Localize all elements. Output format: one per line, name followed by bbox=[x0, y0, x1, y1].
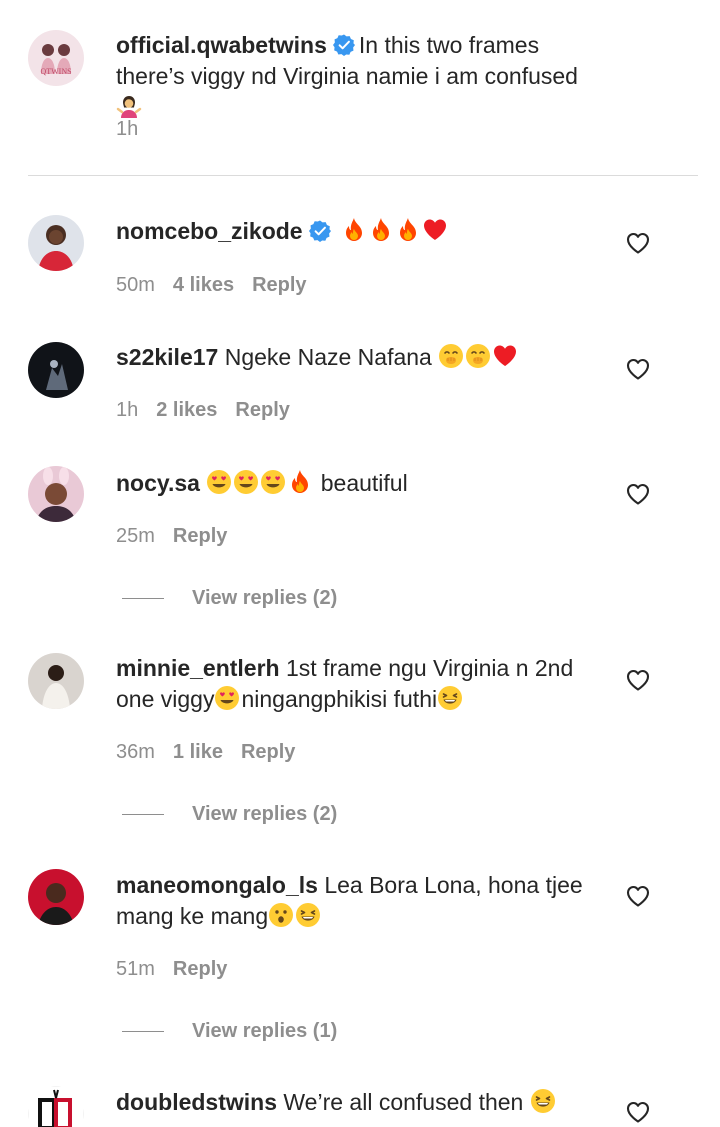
comment-username[interactable]: s22kile17 bbox=[116, 344, 218, 370]
likes-count[interactable]: 1 like bbox=[173, 741, 223, 763]
caption-meta: 1h bbox=[116, 118, 156, 141]
comment-username[interactable]: nocy.sa bbox=[116, 470, 200, 496]
hand-over-mouth-emoji bbox=[438, 343, 464, 369]
grinning-squinting-emoji bbox=[530, 1088, 556, 1114]
view-replies-label: View replies (2) bbox=[192, 803, 338, 825]
comment-meta: 51m Reply bbox=[116, 958, 245, 981]
red-heart-emoji bbox=[492, 343, 518, 369]
comment-body: minnie_entlerh 1st frame ngu Virginia n … bbox=[116, 653, 604, 715]
avatar-logo-text: QTWINS bbox=[40, 67, 71, 76]
comment-text: Ngeke Naze Nafana bbox=[224, 344, 432, 370]
comment-time: 36m bbox=[116, 741, 155, 763]
view-replies-label: View replies (2) bbox=[192, 587, 338, 609]
fire-emoji bbox=[368, 217, 394, 243]
comment-username[interactable]: minnie_entlerh bbox=[116, 655, 280, 681]
heart-eyes-emoji bbox=[233, 469, 259, 495]
like-heart-icon[interactable] bbox=[626, 1101, 650, 1123]
heart-eyes-emoji bbox=[206, 469, 232, 495]
comment-body: nomcebo_zikode bbox=[116, 216, 604, 247]
comment-time: 50m bbox=[116, 274, 155, 296]
heart-eyes-emoji bbox=[214, 685, 240, 711]
fire-emoji bbox=[395, 217, 421, 243]
view-replies-label: View replies (1) bbox=[192, 1020, 338, 1042]
hand-over-mouth-emoji bbox=[465, 343, 491, 369]
comment-meta: 25m Reply bbox=[116, 525, 245, 548]
woman-shrugging-emoji bbox=[116, 93, 142, 119]
comment-meta: 1h 2 likes Reply bbox=[116, 399, 308, 422]
comment-time: 1h bbox=[116, 399, 139, 421]
comment-time: 25m bbox=[116, 525, 155, 547]
view-replies-button[interactable]: View replies (1) bbox=[122, 1020, 337, 1043]
caption-body: official.qwabetwins In this two frames th… bbox=[116, 30, 604, 123]
fire-emoji bbox=[341, 217, 367, 243]
grinning-squinting-emoji bbox=[295, 902, 321, 928]
caption-time: 1h bbox=[116, 118, 139, 140]
comment-username[interactable]: maneomongalo_ls bbox=[116, 872, 318, 898]
reply-button[interactable]: Reply bbox=[235, 399, 289, 421]
like-heart-icon[interactable] bbox=[626, 669, 650, 691]
red-heart-emoji bbox=[422, 217, 448, 243]
comment-text: We’re all confused then bbox=[283, 1089, 524, 1115]
reply-button[interactable]: Reply bbox=[173, 525, 227, 547]
reply-button[interactable]: Reply bbox=[241, 741, 295, 763]
comment-time: 51m bbox=[116, 958, 155, 980]
comment-username[interactable]: nomcebo_zikode bbox=[116, 218, 303, 244]
replies-line bbox=[122, 598, 164, 600]
avatar[interactable] bbox=[28, 466, 84, 522]
hushed-face-emoji bbox=[268, 902, 294, 928]
fire-emoji bbox=[287, 469, 313, 495]
divider bbox=[28, 175, 698, 176]
comment-text: beautiful bbox=[320, 470, 408, 496]
avatar[interactable] bbox=[28, 1086, 84, 1127]
likes-count[interactable]: 4 likes bbox=[173, 274, 234, 296]
avatar[interactable] bbox=[28, 869, 84, 925]
grinning-squinting-emoji bbox=[437, 685, 463, 711]
comment-text-continued: ningangphikisi futhi bbox=[241, 686, 438, 712]
like-heart-icon[interactable] bbox=[626, 232, 650, 254]
reply-button[interactable]: Reply bbox=[252, 274, 306, 296]
replies-line bbox=[122, 814, 164, 816]
comment-body: s22kile17 Ngeke Naze Nafana bbox=[116, 342, 604, 373]
comment-body: nocy.sa beautiful bbox=[116, 468, 604, 499]
comment-body: maneomongalo_ls Lea Bora Lona, hona tjee… bbox=[116, 870, 604, 932]
comment-username[interactable]: doubledstwins bbox=[116, 1089, 277, 1115]
like-heart-icon[interactable] bbox=[626, 885, 650, 907]
view-replies-button[interactable]: View replies (2) bbox=[122, 803, 337, 826]
caption-username[interactable]: official.qwabetwins bbox=[116, 32, 327, 58]
view-replies-button[interactable]: View replies (2) bbox=[122, 587, 337, 610]
verified-icon bbox=[333, 34, 355, 56]
like-heart-icon[interactable] bbox=[626, 483, 650, 505]
reply-button[interactable]: Reply bbox=[173, 958, 227, 980]
avatar[interactable] bbox=[28, 215, 84, 271]
heart-eyes-emoji bbox=[260, 469, 286, 495]
avatar[interactable] bbox=[28, 342, 84, 398]
verified-icon bbox=[309, 220, 331, 242]
avatar[interactable] bbox=[28, 653, 84, 709]
likes-count[interactable]: 2 likes bbox=[156, 399, 217, 421]
replies-line bbox=[122, 1031, 164, 1033]
comment-meta: 36m 1 like Reply bbox=[116, 741, 313, 764]
comment-body: doubledstwins We’re all confused then bbox=[116, 1087, 604, 1118]
avatar[interactable]: QTWINS bbox=[28, 30, 84, 86]
comment-meta: 50m 4 likes Reply bbox=[116, 274, 325, 297]
like-heart-icon[interactable] bbox=[626, 358, 650, 380]
